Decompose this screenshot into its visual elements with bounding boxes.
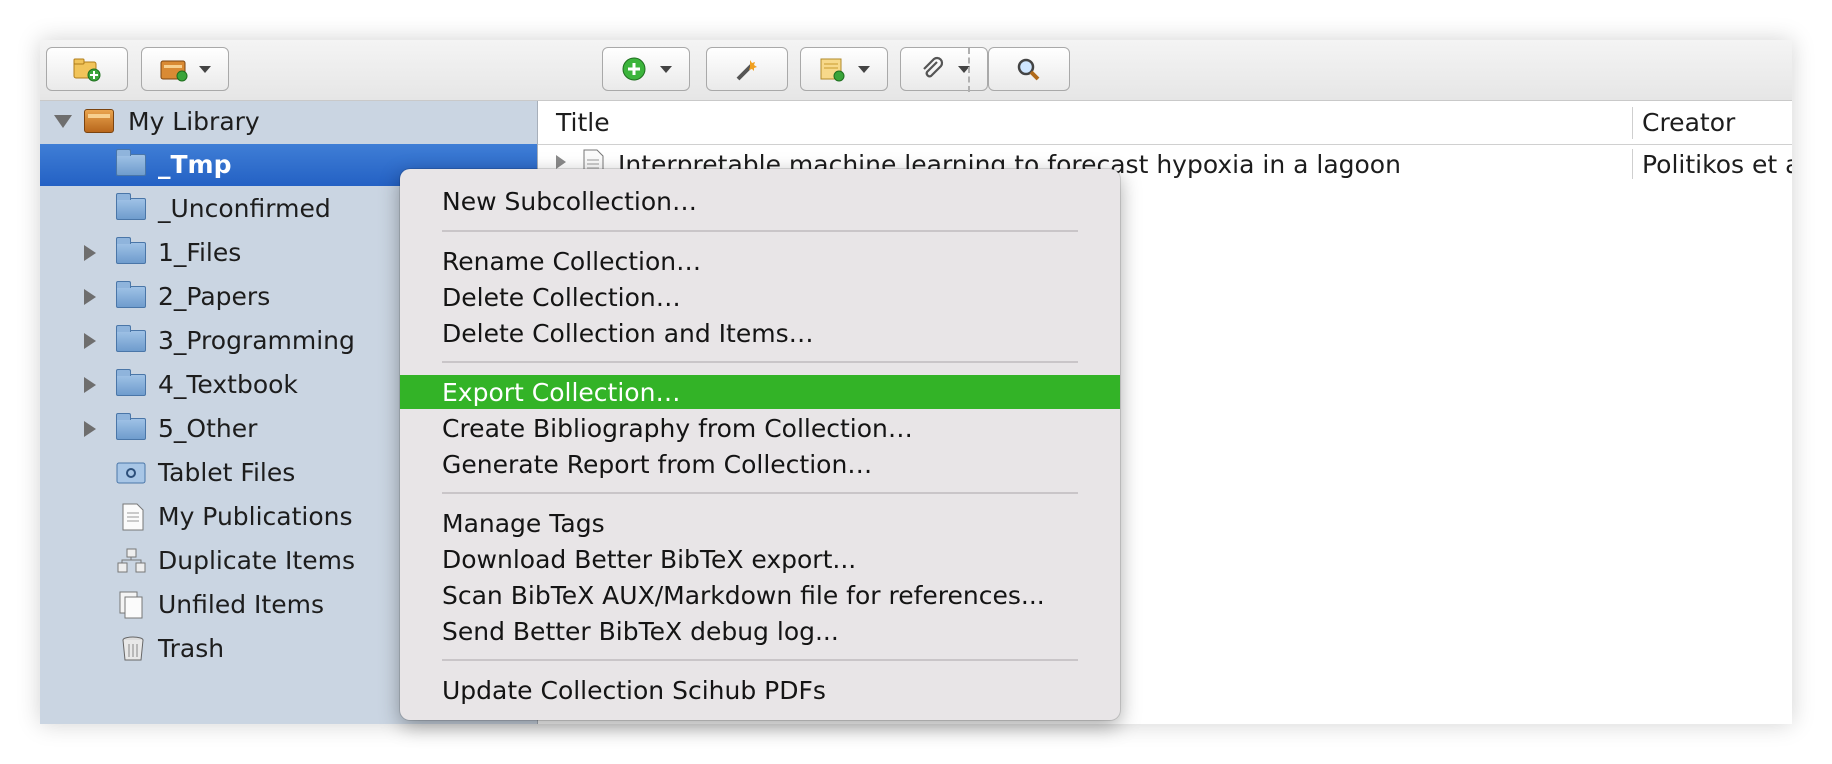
menu-item-label: Update Collection Scihub PDFs bbox=[442, 676, 826, 705]
sidebar-item-label: Unfiled Items bbox=[158, 590, 324, 619]
sidebar-item-label: Duplicate Items bbox=[158, 546, 355, 575]
menu-item-update-scihub-pdfs[interactable]: Update Collection Scihub PDFs bbox=[400, 673, 1120, 707]
items-table-header: Title Creator bbox=[538, 101, 1792, 145]
unfiled-icon bbox=[116, 591, 148, 619]
column-divider bbox=[1632, 149, 1633, 179]
new-library-icon bbox=[159, 56, 189, 82]
folder-icon bbox=[116, 237, 148, 265]
sidebar-item-my-library[interactable]: My Library bbox=[40, 101, 537, 143]
paperclip-icon bbox=[918, 56, 948, 82]
menu-item-manage-tags[interactable]: Manage Tags bbox=[400, 506, 1120, 540]
menu-item-rename-collection[interactable]: Rename Collection… bbox=[400, 244, 1120, 278]
toolbar bbox=[40, 40, 1792, 101]
magic-wand-icon bbox=[732, 56, 762, 82]
menu-item-label: Delete Collection and Items… bbox=[442, 319, 814, 348]
menu-separator bbox=[442, 492, 1078, 494]
sidebar-item-label: My Library bbox=[128, 107, 260, 136]
tablet-folder-icon bbox=[116, 459, 148, 485]
search-icon bbox=[1014, 56, 1044, 82]
trash-icon bbox=[116, 635, 148, 661]
menu-item-label: Export Collection… bbox=[442, 378, 681, 407]
menu-item-label: Rename Collection… bbox=[442, 247, 702, 276]
menu-item-label: Create Bibliography from Collection… bbox=[442, 414, 913, 443]
menu-item-label: Manage Tags bbox=[442, 509, 605, 538]
sidebar-item-label: Tablet Files bbox=[158, 458, 296, 487]
menu-item-send-bbt-debug-log[interactable]: Send Better BibTeX debug log... bbox=[400, 614, 1120, 648]
menu-item-label: Download Better BibTeX export... bbox=[442, 545, 857, 574]
collapsed-twisty-icon[interactable] bbox=[84, 245, 96, 261]
menu-separator bbox=[442, 659, 1078, 661]
duplicate-icon bbox=[116, 547, 148, 573]
folder-icon bbox=[116, 149, 148, 177]
add-attachment-button[interactable] bbox=[900, 47, 988, 91]
note-icon bbox=[818, 56, 848, 82]
sidebar-item-label: 4_Textbook bbox=[158, 370, 298, 399]
sidebar-item-label: _Unconfirmed bbox=[158, 194, 331, 223]
collapsed-twisty-icon[interactable] bbox=[84, 333, 96, 349]
sidebar-item-label: 3_Programming bbox=[158, 326, 355, 355]
collapsed-twisty-icon[interactable] bbox=[84, 421, 96, 437]
sidebar-item-label: My Publications bbox=[158, 502, 353, 531]
collapsed-twisty-icon[interactable] bbox=[84, 377, 96, 393]
menu-item-export-collection[interactable]: Export Collection… bbox=[400, 375, 1120, 409]
collection-context-menu: New Subcollection… Rename Collection… De… bbox=[400, 169, 1120, 720]
menu-item-label: Generate Report from Collection… bbox=[442, 450, 873, 479]
chevron-down-icon bbox=[858, 65, 870, 73]
expand-twisty-icon[interactable] bbox=[54, 115, 72, 128]
new-library-button[interactable] bbox=[141, 47, 229, 91]
menu-separator bbox=[442, 361, 1078, 363]
chevron-down-icon bbox=[660, 65, 672, 73]
folder-icon bbox=[116, 413, 148, 441]
new-note-button[interactable] bbox=[800, 47, 888, 91]
folder-icon bbox=[116, 369, 148, 397]
library-icon bbox=[84, 108, 116, 134]
menu-item-new-subcollection[interactable]: New Subcollection… bbox=[400, 184, 1120, 218]
sidebar-item-label: 2_Papers bbox=[158, 282, 271, 311]
menu-item-delete-collection-and-items[interactable]: Delete Collection and Items… bbox=[400, 316, 1120, 350]
new-item-button[interactable] bbox=[602, 47, 690, 91]
new-collection-icon bbox=[72, 56, 102, 82]
menu-item-label: Send Better BibTeX debug log... bbox=[442, 617, 839, 646]
advanced-search-button[interactable] bbox=[988, 47, 1070, 91]
sidebar-item-label: Trash bbox=[158, 634, 225, 663]
document-icon bbox=[120, 503, 152, 531]
menu-item-download-bbt-export[interactable]: Download Better BibTeX export... bbox=[400, 542, 1120, 576]
menu-item-label: Delete Collection… bbox=[442, 283, 681, 312]
new-collection-button[interactable] bbox=[46, 47, 128, 91]
menu-item-delete-collection[interactable]: Delete Collection… bbox=[400, 280, 1120, 314]
menu-item-label: Scan BibTeX AUX/Markdown file for refere… bbox=[442, 581, 1045, 610]
column-header-title[interactable]: Title bbox=[556, 108, 610, 137]
menu-item-scan-bibtex-aux[interactable]: Scan BibTeX AUX/Markdown file for refere… bbox=[400, 578, 1120, 612]
menu-separator bbox=[442, 230, 1078, 232]
sidebar-item-label: 1_Files bbox=[158, 238, 242, 267]
column-header-creator[interactable]: Creator bbox=[1642, 108, 1735, 137]
add-by-identifier-button[interactable] bbox=[706, 47, 788, 91]
sidebar-item-label: _Tmp bbox=[158, 150, 232, 179]
menu-item-generate-report[interactable]: Generate Report from Collection… bbox=[400, 447, 1120, 481]
menu-item-create-bibliography[interactable]: Create Bibliography from Collection… bbox=[400, 411, 1120, 445]
expand-twisty-icon[interactable] bbox=[556, 155, 566, 169]
folder-icon bbox=[116, 281, 148, 309]
folder-icon bbox=[116, 325, 148, 353]
collapsed-twisty-icon[interactable] bbox=[84, 289, 96, 305]
toolbar-separator bbox=[968, 48, 970, 92]
column-divider[interactable] bbox=[1632, 107, 1633, 139]
item-creator: Politikos et al bbox=[1642, 150, 1792, 179]
menu-item-label: New Subcollection… bbox=[442, 187, 698, 216]
chevron-down-icon bbox=[199, 65, 211, 73]
folder-icon bbox=[116, 193, 148, 221]
add-item-icon bbox=[620, 56, 650, 82]
sidebar-item-label: 5_Other bbox=[158, 414, 258, 443]
